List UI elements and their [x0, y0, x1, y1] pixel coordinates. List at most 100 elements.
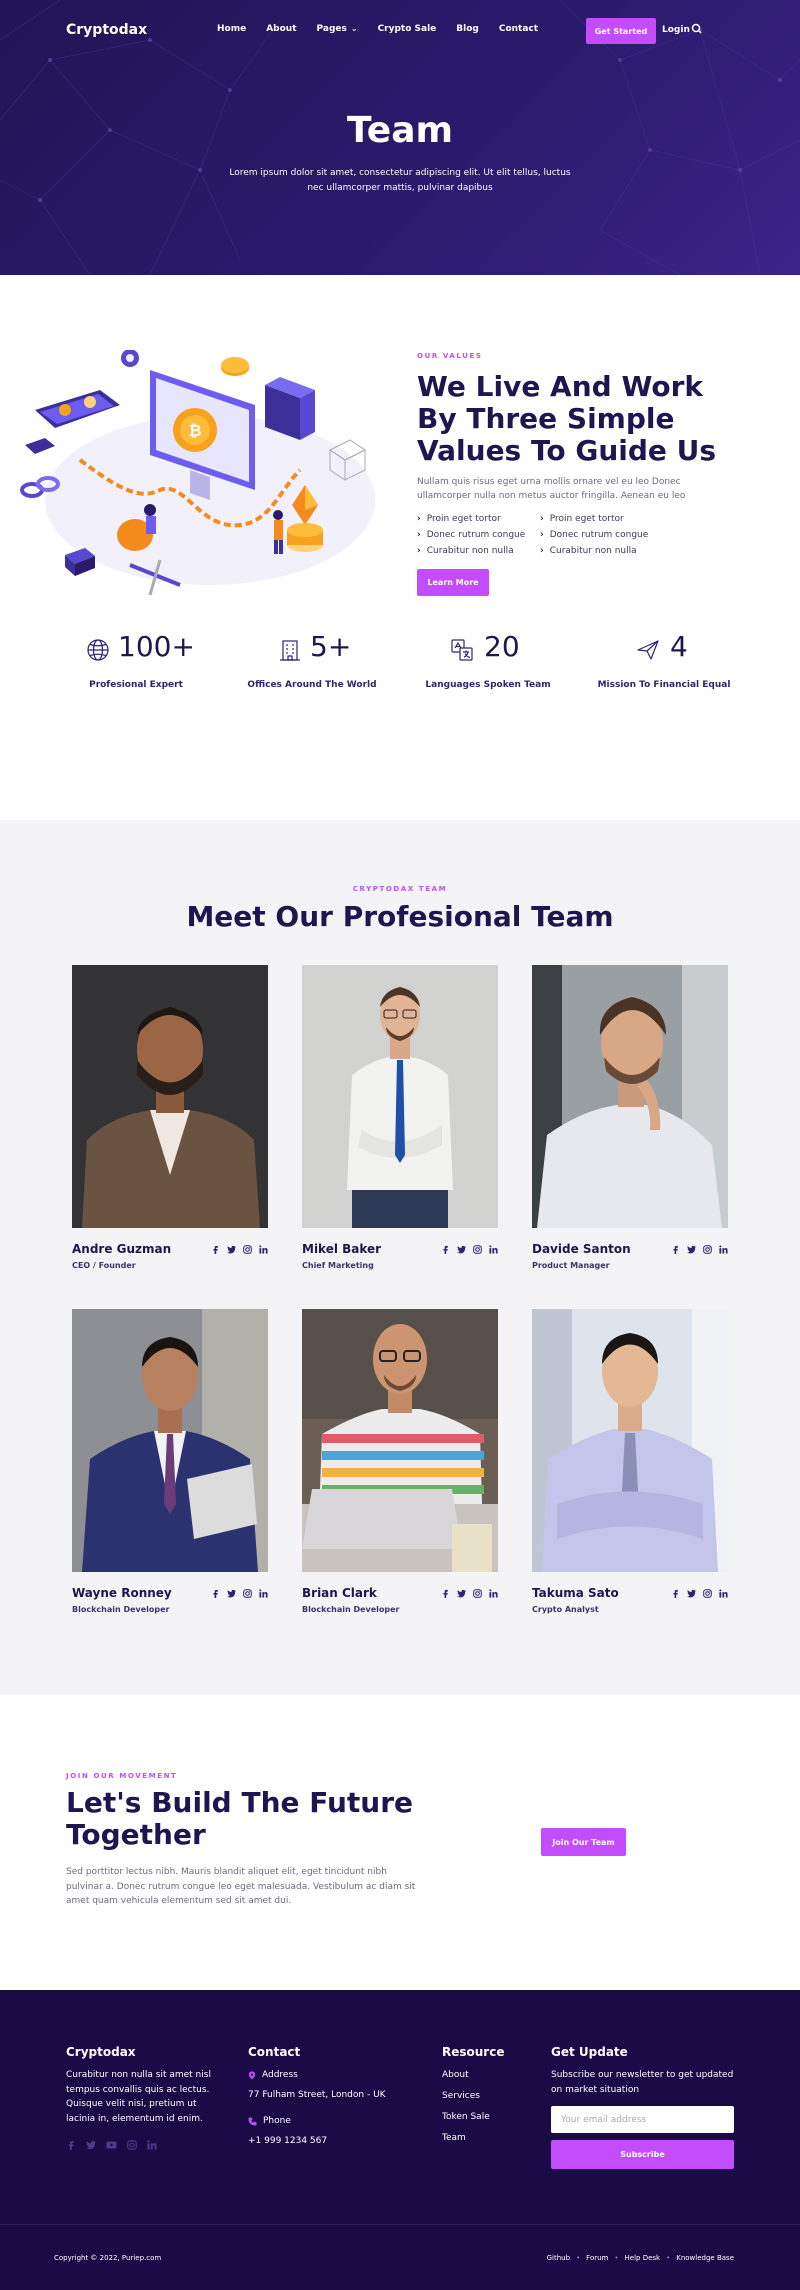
team-member-photo	[532, 965, 728, 1228]
footer-bottom-links: Github • Forum • Help Desk • Knowledge B…	[547, 2254, 734, 2262]
stat-value: 4	[670, 630, 688, 663]
footer-link-github[interactable]: Github	[547, 2254, 570, 2262]
search-icon[interactable]	[690, 22, 704, 36]
facebook-icon[interactable]	[441, 1589, 450, 1598]
stats-section: 100+ Profesional Expert 5+ Offices Aroun…	[0, 630, 800, 820]
team-member-photo	[72, 1309, 268, 1572]
join-text: Sed porttitor lectus nibh. Mauris blandi…	[66, 1867, 416, 1906]
footer-resource-title: Resource	[442, 2045, 505, 2059]
site-logo[interactable]: Cryptodax	[66, 22, 147, 38]
team-member-name: Mikel Baker	[302, 1242, 382, 1256]
separator-dot: •	[614, 2254, 619, 2262]
stat-value: 100+	[118, 630, 195, 663]
twitter-icon[interactable]	[457, 1245, 466, 1254]
nav-link-about[interactable]: About	[266, 24, 296, 34]
chevron-down-icon: ⌄	[350, 24, 358, 33]
join-eyebrow: JOIN OUR MOVEMENT	[66, 1772, 178, 1780]
twitter-icon[interactable]	[457, 1589, 466, 1598]
instagram-icon[interactable]	[243, 1245, 252, 1254]
separator-dot: •	[576, 2254, 581, 2262]
page-title: Team	[347, 110, 453, 151]
facebook-icon[interactable]	[441, 1245, 450, 1254]
facebook-icon[interactable]	[671, 1589, 680, 1598]
phone-icon	[248, 2116, 257, 2126]
instagram-icon[interactable]	[127, 2140, 137, 2150]
team-member-photo	[72, 965, 268, 1228]
nav-link-contact[interactable]: Contact	[499, 24, 538, 34]
footer-link-knowledge-base[interactable]: Knowledge Base	[676, 2254, 734, 2262]
instagram-icon[interactable]	[703, 1245, 712, 1254]
facebook-icon[interactable]	[211, 1245, 220, 1254]
linkedin-icon[interactable]	[489, 1245, 498, 1254]
footer: Cryptodax Curabitur non nulla sit amet n…	[0, 1990, 800, 2290]
team-member-photo	[532, 1309, 728, 1572]
instagram-icon[interactable]	[703, 1589, 712, 1598]
twitter-icon[interactable]	[86, 2140, 96, 2150]
translate-icon	[451, 639, 473, 661]
footer-update-title: Get Update	[551, 2045, 628, 2059]
nav-link-pages[interactable]: Pages ⌄	[317, 24, 358, 34]
nav-link-home[interactable]: Home	[217, 24, 246, 34]
instagram-icon[interactable]	[243, 1589, 252, 1598]
stat-value: 5+	[310, 630, 352, 663]
linkedin-icon[interactable]	[719, 1589, 728, 1598]
footer-link-help-desk[interactable]: Help Desk	[625, 2254, 661, 2262]
footer-link-about[interactable]: About	[442, 2070, 469, 2080]
newsletter-email-input[interactable]	[551, 2106, 734, 2133]
facebook-icon[interactable]	[211, 1589, 220, 1598]
nav-link-blog[interactable]: Blog	[456, 24, 479, 34]
stat-label: Languages Spoken Team	[425, 680, 551, 690]
linkedin-icon[interactable]	[147, 2140, 157, 2150]
phone-value: +1 999 1234 567	[248, 2136, 328, 2146]
footer-about: Curabitur non nulla sit amet nisl tempus…	[66, 2070, 211, 2124]
twitter-icon[interactable]	[687, 1245, 696, 1254]
footer-link-team[interactable]: Team	[442, 2133, 466, 2143]
linkedin-icon[interactable]	[719, 1245, 728, 1254]
phone-label: Phone	[248, 2116, 291, 2126]
linkedin-icon[interactable]	[259, 1589, 268, 1598]
social-links	[211, 1245, 268, 1254]
footer-divider	[0, 2224, 800, 2225]
get-started-button[interactable]: Get Started	[586, 18, 656, 44]
instagram-icon[interactable]	[473, 1589, 482, 1598]
team-member-role: CEO / Founder	[72, 1261, 136, 1270]
youtube-icon[interactable]	[106, 2140, 117, 2150]
stat-label: Profesional Expert	[89, 680, 183, 690]
separator-dot: •	[666, 2254, 671, 2262]
footer-link-token-sale[interactable]: Token Sale	[442, 2112, 490, 2122]
footer-brand[interactable]: Cryptodax	[66, 2045, 136, 2059]
list-item: Curabitur non nulla	[417, 545, 540, 558]
join-our-team-button[interactable]: Join Our Team	[541, 1828, 626, 1856]
instagram-icon[interactable]	[473, 1245, 482, 1254]
team-member-role: Product Manager	[532, 1261, 610, 1270]
linkedin-icon[interactable]	[259, 1245, 268, 1254]
address-label: Address	[248, 2070, 298, 2080]
footer-link-services[interactable]: Services	[442, 2091, 480, 2101]
linkedin-icon[interactable]	[489, 1589, 498, 1598]
join-title: Let's Build The Future Together	[66, 1786, 414, 1851]
list-item: Donec rutrum congue	[417, 529, 540, 542]
values-title: We Live And Work By Three Simple Values …	[417, 370, 717, 467]
stat-label: Mission To Financial Equal	[597, 680, 731, 690]
team-title: Meet Our Profesional Team	[186, 900, 614, 933]
facebook-icon[interactable]	[66, 2140, 76, 2150]
team-member-name: Andre Guzman	[72, 1242, 172, 1256]
copyright: Copyright © 2022, Puriep.com	[54, 2254, 162, 2262]
values-text: Nullam quis risus eget urna mollis ornar…	[417, 477, 686, 501]
join-section: JOIN OUR MOVEMENT Let's Build The Future…	[0, 1695, 800, 1990]
facebook-icon[interactable]	[671, 1245, 680, 1254]
team-member-photo	[302, 1309, 498, 1572]
login-link[interactable]: Login	[662, 25, 690, 35]
twitter-icon[interactable]	[227, 1589, 236, 1598]
team-member-photo	[302, 965, 498, 1228]
twitter-icon[interactable]	[227, 1245, 236, 1254]
footer-link-forum[interactable]: Forum	[586, 2254, 608, 2262]
nav-link-pages-label: Pages	[316, 24, 347, 34]
social-links	[671, 1245, 728, 1254]
twitter-icon[interactable]	[687, 1589, 696, 1598]
team-card: Andre Guzman CEO / Founder	[72, 965, 268, 1270]
subscribe-button[interactable]: Subscribe	[551, 2140, 734, 2169]
learn-more-button[interactable]: Learn More	[417, 569, 489, 596]
team-section: CRYPTODAX TEAM Meet Our Profesional Team…	[0, 820, 800, 1695]
nav-link-crypto-sale[interactable]: Crypto Sale	[378, 24, 437, 34]
